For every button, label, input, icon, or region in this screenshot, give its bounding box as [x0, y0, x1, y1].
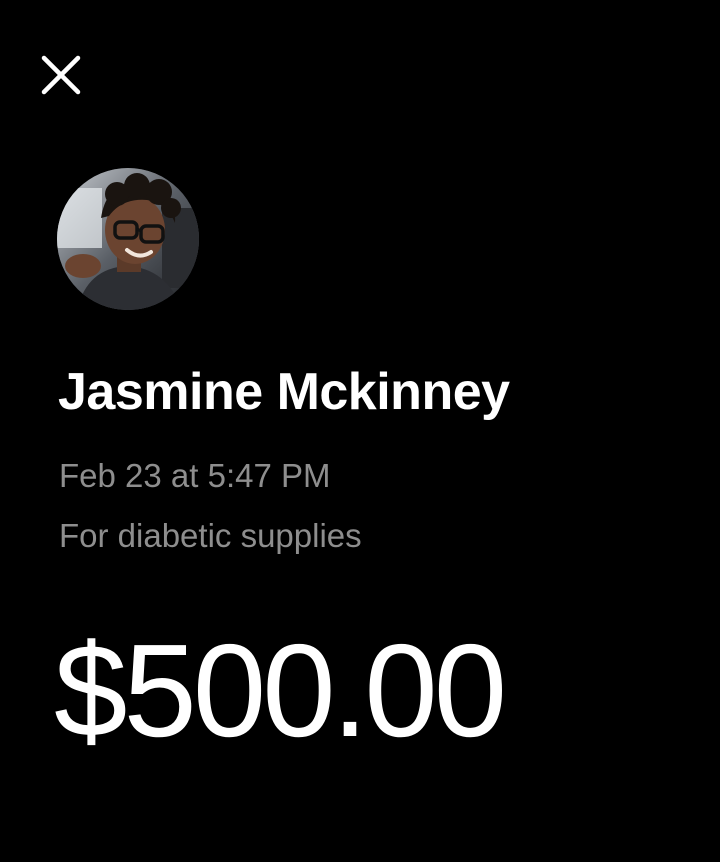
transaction-note: For diabetic supplies	[59, 517, 362, 554]
recipient-name: Jasmine Mckinney	[58, 363, 510, 421]
close-icon	[41, 55, 81, 95]
avatar-photo-icon	[57, 168, 199, 310]
transaction-amount: $500.00	[54, 617, 507, 764]
avatar[interactable]	[57, 168, 199, 310]
close-button[interactable]	[38, 52, 84, 98]
transaction-date: Feb 23 at 5:47 PM	[59, 457, 331, 494]
